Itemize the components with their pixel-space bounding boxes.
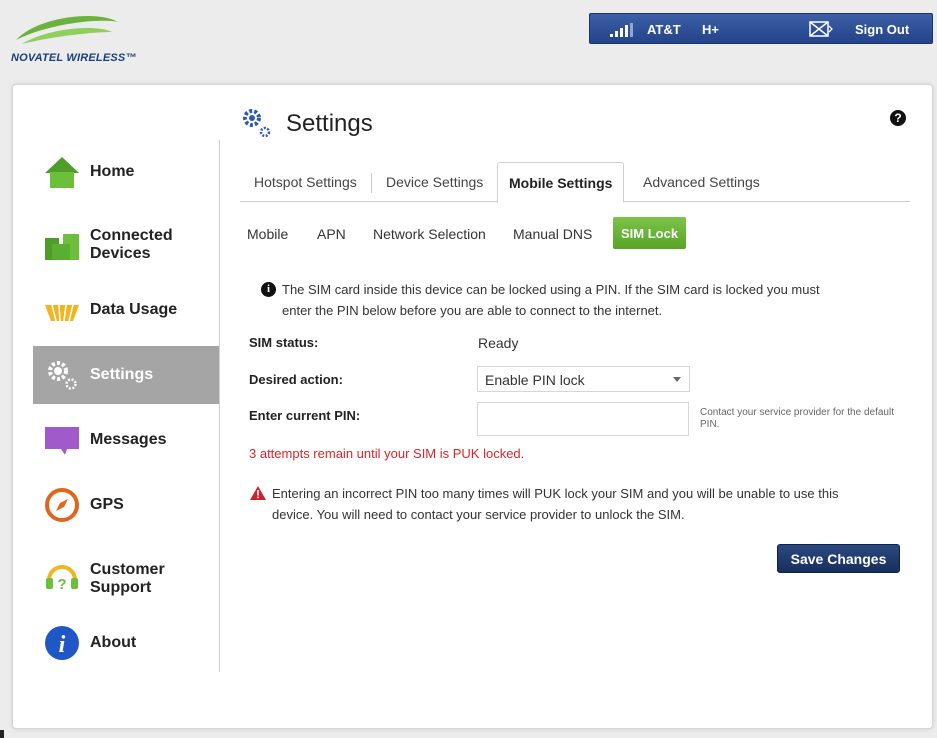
desired-action-select[interactable]: Enable PIN lock (477, 366, 690, 392)
chevron-down-icon (673, 377, 681, 382)
network-type: H+ (702, 22, 719, 37)
subtab-sim-lock[interactable]: SIM Lock (613, 217, 687, 249)
sidebar-item-label: Home (90, 163, 135, 180)
sim-status-value: Ready (478, 335, 519, 351)
sidebar-item-about[interactable]: i About (33, 614, 219, 672)
status-bar: AT&T H+ Sign Out (589, 13, 933, 44)
carrier-name: AT&T (647, 22, 681, 37)
sidebar-item-customer-support[interactable]: ? Customer Support (33, 550, 219, 608)
sidebar-divider (219, 140, 220, 672)
edge-mark (0, 730, 4, 738)
sign-out-button[interactable]: Sign Out (855, 22, 909, 37)
attempts-remaining-message: 3 attempts remain until your SIM is PUK … (249, 446, 525, 461)
sidebar-item-label: Settings (90, 366, 154, 383)
sidebar-item-gps[interactable]: GPS (33, 476, 219, 534)
data-usage-icon (43, 291, 81, 329)
gear-icon (43, 356, 81, 394)
connected-devices-icon (43, 226, 81, 264)
desired-action-value: Enable PIN lock (485, 372, 585, 388)
sidebar-item-label: GPS (90, 496, 124, 513)
tab-advanced-settings[interactable]: Advanced Settings (643, 174, 760, 190)
subtab-apn[interactable]: APN (317, 226, 346, 242)
compass-icon (43, 486, 81, 524)
sidebar-item-settings[interactable]: Settings (33, 346, 219, 404)
desired-action-label: Desired action: (249, 372, 343, 387)
sidebar-item-label: About (90, 634, 137, 651)
signal-bars-icon (610, 23, 638, 40)
sim-lock-description: The SIM card inside this device can be l… (282, 282, 820, 318)
tab-divider (371, 173, 372, 193)
subtab-mobile[interactable]: Mobile (247, 226, 288, 242)
sidebar-item-messages[interactable]: Messages (33, 411, 219, 469)
info-icon: i (43, 624, 81, 662)
sidebar-item-label: Customer Support (90, 561, 165, 596)
current-pin-label: Enter current PIN: (249, 408, 361, 423)
sim-status-label: SIM status: (249, 335, 319, 350)
tab-device-settings[interactable]: Device Settings (386, 174, 483, 190)
subtab-manual-dns[interactable]: Manual DNS (513, 226, 592, 242)
settings-tabs: Hotspot Settings Device Settings Mobile … (240, 162, 910, 203)
settings-gear-icon (240, 106, 274, 145)
sidebar-item-label: Messages (90, 431, 167, 448)
svg-text:i: i (59, 632, 66, 658)
support-icon: ? (43, 560, 81, 598)
sidebar-item-connected-devices[interactable]: Connected Devices (33, 216, 219, 274)
help-icon[interactable]: ? (890, 110, 906, 126)
message-bubble-icon (43, 421, 81, 459)
tab-hotspot-settings[interactable]: Hotspot Settings (254, 174, 357, 190)
sidebar-item-data-usage[interactable]: Data Usage (33, 281, 219, 339)
sidebar-item-home[interactable]: Home (33, 143, 219, 201)
page-title: Settings (286, 110, 373, 137)
svg-text:?: ? (57, 576, 66, 593)
envelope-icon[interactable] (809, 21, 833, 40)
tab-mobile-settings[interactable]: Mobile Settings (497, 162, 625, 203)
home-icon (43, 153, 81, 191)
sidebar-item-label: Connected Devices (90, 227, 173, 262)
info-circle-icon: i (261, 282, 276, 297)
current-pin-input[interactable] (477, 402, 689, 436)
subtab-network-selection[interactable]: Network Selection (373, 226, 486, 242)
save-changes-button[interactable]: Save Changes (777, 544, 900, 573)
warning-triangle-icon (250, 486, 266, 505)
puk-warning-text: Entering an incorrect PIN too many times… (272, 486, 839, 522)
pin-hint-text: Contact your service provider for the de… (700, 407, 894, 430)
sidebar-item-label: Data Usage (90, 301, 178, 318)
brand-logo-text: NOVATEL WIRELESS™ (11, 52, 137, 64)
